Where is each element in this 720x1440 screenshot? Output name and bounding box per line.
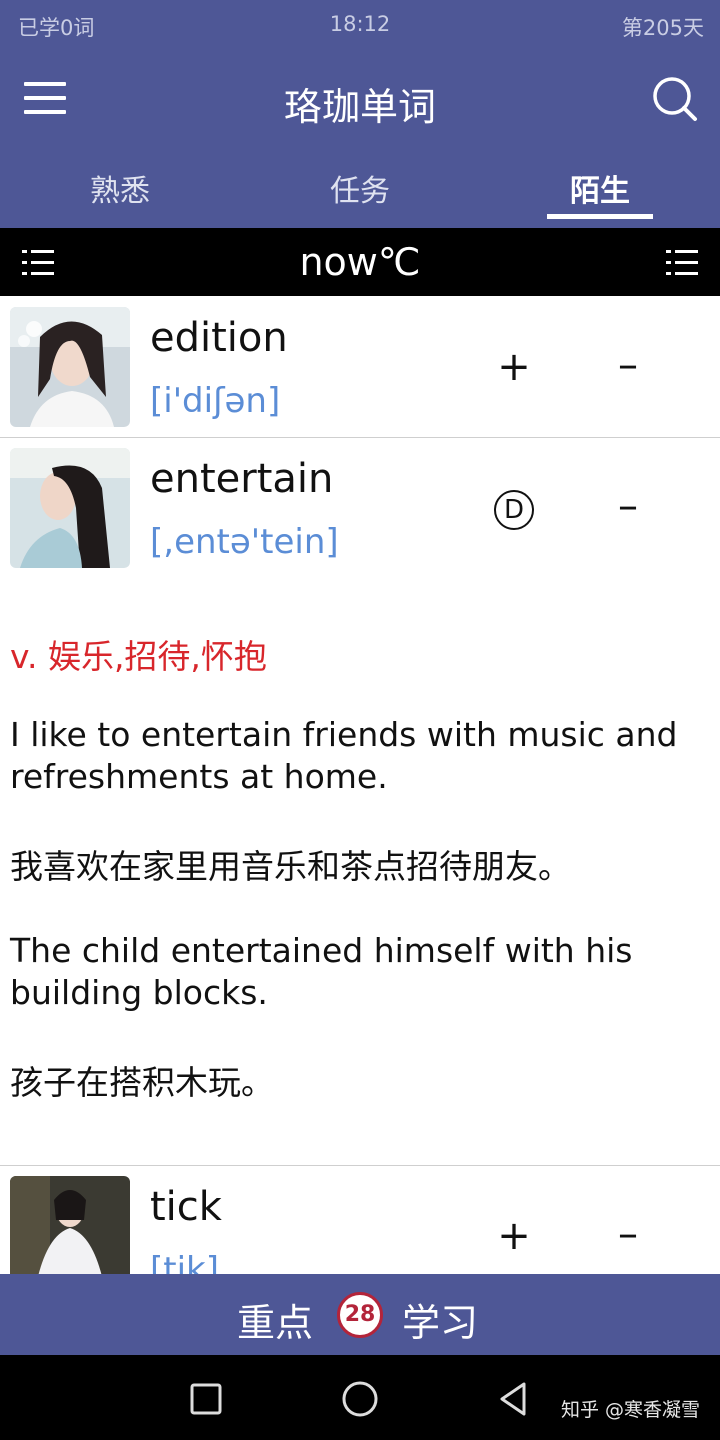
info-bar: now℃ (0, 228, 720, 296)
app-title: 珞珈单词 (283, 85, 436, 129)
app-bar: 珞珈单词 (0, 50, 720, 146)
tab-familiar[interactable]: 熟悉 (0, 146, 240, 228)
home-icon[interactable] (340, 1379, 380, 1419)
word-text: entertain (150, 456, 334, 502)
weather-text: now℃ (299, 240, 421, 284)
example-sentence-en: The child entertained himself with his b… (10, 931, 633, 1012)
clock: 18:12 (329, 12, 391, 36)
word-row-entertain[interactable]: entertain [,entə'tein] D – (0, 438, 720, 578)
tab-task[interactable]: 任务 (240, 146, 480, 228)
list-icon[interactable] (22, 248, 54, 278)
remove-button[interactable]: – (598, 335, 658, 395)
search-icon[interactable] (652, 76, 698, 122)
example-sentence-zh: 孩子在搭积木玩。 (10, 1063, 274, 1102)
back-icon[interactable] (494, 1379, 534, 1419)
system-nav-bar: 知乎 @寒香凝雪 (0, 1355, 720, 1440)
focus-button[interactable]: 重点 (237, 1292, 313, 1347)
active-tab-indicator (547, 214, 653, 219)
word-phonetic: [i'diʃən] (150, 381, 281, 421)
word-row-edition[interactable]: edition [i'diʃən] + – (0, 297, 720, 437)
remove-button[interactable]: – (598, 1204, 658, 1264)
difficulty-badge[interactable]: D (484, 478, 544, 538)
word-row-tick[interactable]: tick [tik] + – (0, 1166, 720, 1274)
word-text: tick (150, 1184, 222, 1230)
list-icon[interactable] (666, 248, 698, 278)
word-thumbnail (10, 1176, 130, 1274)
status-bar: 已学0词 18:12 第205天 (0, 0, 720, 50)
word-thumbnail (10, 307, 130, 427)
add-button[interactable]: + (484, 337, 544, 397)
study-button[interactable]: 学习 (402, 1292, 478, 1347)
example-sentence-en: I like to entertain friends with music a… (10, 715, 678, 796)
example-sentence-zh: 我喜欢在家里用音乐和茶点招待朋友。 (10, 847, 571, 886)
watermark-text: 知乎 @寒香凝雪 (560, 1399, 700, 1421)
count-badge: 28 (337, 1292, 383, 1338)
word-phonetic: [,entə'tein] (150, 522, 339, 562)
hamburger-menu-icon[interactable] (24, 80, 68, 116)
day-count: 第205天 (621, 16, 704, 40)
remove-button[interactable]: – (598, 476, 658, 536)
recents-icon[interactable] (186, 1379, 226, 1419)
word-thumbnail (10, 448, 130, 568)
word-meaning: v. 娱乐,招待,怀抱 (10, 637, 267, 676)
word-text: edition (150, 315, 288, 361)
word-phonetic: [tik] (150, 1250, 219, 1274)
bottom-action-bar: 重点 28 学习 (0, 1274, 720, 1355)
badge-letter: D (494, 490, 534, 530)
add-button[interactable]: + (484, 1206, 544, 1266)
